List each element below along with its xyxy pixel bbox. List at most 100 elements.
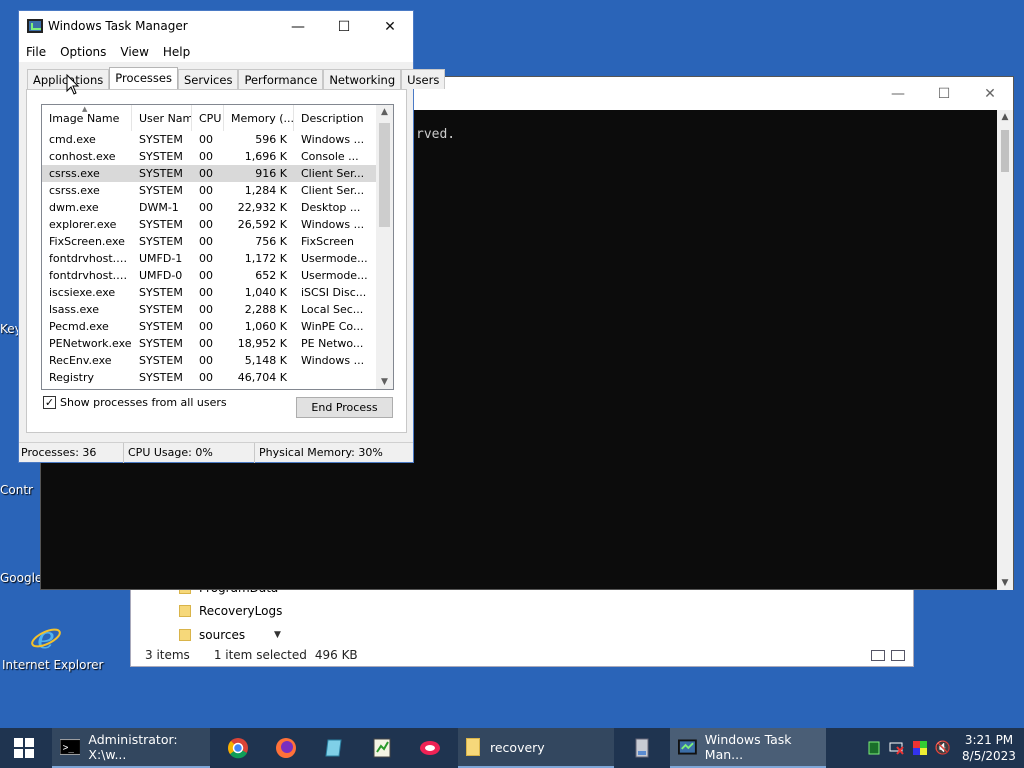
minimize-icon[interactable]: — <box>275 11 321 42</box>
notepad-app-icon[interactable] <box>310 737 358 759</box>
process-user-cell: SYSTEM <box>139 354 183 367</box>
process-mem-cell: 2,288 K <box>244 303 287 316</box>
desktop-icon-label: Google <box>0 571 43 585</box>
process-desc-cell: Usermode... <box>301 252 368 265</box>
tab-services[interactable]: Services <box>177 69 239 89</box>
column-cpu[interactable]: CPU <box>192 105 224 131</box>
desktop-icon-google[interactable]: Google <box>0 571 42 585</box>
process-name-cell: fontdrvhost.exe <box>49 252 132 265</box>
process-mem-cell: 46,704 K <box>237 371 287 384</box>
taskbar-item-console[interactable]: >_ Administrator: X:\w... <box>52 728 210 768</box>
process-row[interactable]: conhost.exe SYSTEM 00 1,696 K Console ... <box>42 148 378 165</box>
tab-users[interactable]: Users <box>401 69 446 89</box>
chrome-icon[interactable] <box>214 737 262 759</box>
taskbar-clock[interactable]: 3:21 PM 8/5/2023 <box>954 732 1024 764</box>
tab-networking[interactable]: Networking <box>323 69 402 89</box>
column-label: CPU <box>199 112 222 125</box>
editor-app-icon[interactable] <box>358 737 406 759</box>
volume-muted-icon[interactable]: 🔇 <box>932 741 954 756</box>
process-mem-cell: 1,284 K <box>244 184 287 197</box>
task-manager-titlebar[interactable]: Windows Task Manager — ☐ ✕ <box>19 11 413 42</box>
chevron-down-icon[interactable]: ▼ <box>274 630 281 640</box>
folder-item[interactable]: RecoveryLogs <box>179 601 282 621</box>
minimize-icon[interactable]: — <box>875 77 921 110</box>
column-user-name[interactable]: User Name <box>132 105 192 131</box>
desktop-icon-control[interactable]: Contr <box>0 483 33 497</box>
maximize-icon[interactable]: ☐ <box>921 77 967 110</box>
display-color-icon[interactable] <box>908 741 932 755</box>
process-list[interactable]: ▲Image Name User Name CPU Memory (... De… <box>41 104 394 390</box>
taskbar: >_ Administrator: X:\w... recovery Windo… <box>0 728 1024 768</box>
task-manager-status-bar: Processes: 36 CPU Usage: 0% Physical Mem… <box>19 442 413 463</box>
folder-item[interactable]: sources <box>179 625 245 645</box>
process-row[interactable]: cmd.exe SYSTEM 00 596 K Windows ... <box>42 131 378 148</box>
menu-file[interactable]: File <box>19 42 53 62</box>
process-row[interactable]: iscsiexe.exe SYSTEM 00 1,040 K iSCSI Disc... <box>42 284 378 301</box>
process-row[interactable]: lsass.exe SYSTEM 00 2,288 K Local Sec... <box>42 301 378 318</box>
process-row[interactable]: Registry SYSTEM 00 46,704 K <box>42 369 378 386</box>
internet-explorer-icon[interactable]: e <box>30 620 62 654</box>
scroll-up-icon[interactable]: ▲ <box>997 112 1013 122</box>
taskbar-item-task-manager[interactable]: Windows Task Man... <box>670 728 826 768</box>
show-all-processes-checkbox[interactable]: ✓ Show processes from all users <box>43 396 227 409</box>
processes-panel: ▲Image Name User Name CPU Memory (... De… <box>26 89 407 433</box>
process-user-cell: SYSTEM <box>139 371 183 384</box>
close-icon[interactable]: ✕ <box>367 11 413 42</box>
column-memory[interactable]: Memory (... <box>224 105 294 131</box>
start-button[interactable] <box>0 728 48 768</box>
details-view-icon[interactable] <box>871 650 885 661</box>
close-icon[interactable]: ✕ <box>967 77 1013 110</box>
scroll-down-icon[interactable]: ▼ <box>997 578 1013 588</box>
maximize-icon[interactable]: ☐ <box>321 11 367 42</box>
column-image-name[interactable]: ▲ Image Name <box>42 105 132 131</box>
explorer-window[interactable]: ProgramData RecoveryLogs sources ▼ 3 ite… <box>130 581 914 667</box>
process-row[interactable]: Pecmd.exe SYSTEM 00 1,060 K WinPE Co... <box>42 318 378 335</box>
process-mem-cell: 1,696 K <box>244 150 287 163</box>
scroll-thumb[interactable] <box>379 123 390 227</box>
large-icons-view-icon[interactable] <box>891 650 905 661</box>
menu-help[interactable]: Help <box>156 42 197 62</box>
process-row[interactable]: fontdrvhost.exe UMFD-0 00 652 K Usermode... <box>42 267 378 284</box>
task-manager-icon <box>678 739 697 755</box>
process-desc-cell: Local Sec... <box>301 303 364 316</box>
console-scrollbar[interactable]: ▲ ▼ <box>997 110 1013 590</box>
checkbox-box[interactable]: ✓ <box>43 396 56 409</box>
folder-icon <box>179 629 191 641</box>
process-row[interactable]: explorer.exe SYSTEM 00 26,592 K Windows ... <box>42 216 378 233</box>
menu-options[interactable]: Options <box>53 42 113 62</box>
desktop-icon-internet-explorer[interactable]: Internet Explorer <box>2 658 103 672</box>
process-mem-cell: 596 K <box>255 133 287 146</box>
process-row[interactable]: csrss.exe SYSTEM 00 1,284 K Client Ser... <box>42 182 378 199</box>
process-desc-cell: Console ... <box>301 150 359 163</box>
tool-app-icon[interactable] <box>406 737 454 759</box>
process-row[interactable]: PENetwork.exe SYSTEM 00 18,952 K PE Netwo... <box>42 335 378 352</box>
process-row[interactable]: fontdrvhost.exe UMFD-1 00 1,172 K Usermode..… <box>42 250 378 267</box>
firefox-icon[interactable] <box>262 737 310 759</box>
tray-app-icon[interactable] <box>864 741 884 755</box>
process-cpu-cell: 00 <box>199 286 213 299</box>
process-name-cell: Registry <box>49 371 95 384</box>
scroll-thumb[interactable] <box>1001 130 1009 172</box>
explorer-status-bar: 3 items 1 item selected 496 KB <box>131 644 913 666</box>
scroll-up-icon[interactable]: ▲ <box>376 107 393 117</box>
process-cpu-cell: 00 <box>199 269 213 282</box>
end-process-button[interactable]: End Process <box>296 397 393 418</box>
drive-icon[interactable] <box>618 737 666 759</box>
tab-processes[interactable]: Processes <box>109 67 178 89</box>
menu-view[interactable]: View <box>113 42 155 62</box>
window-title: Windows Task Manager <box>48 19 188 33</box>
process-row[interactable]: dwm.exe DWM-1 00 22,932 K Desktop ... <box>42 199 378 216</box>
taskbar-item-recovery[interactable]: recovery <box>458 728 614 768</box>
process-row[interactable]: csrss.exe SYSTEM 00 916 K Client Ser... <box>42 165 378 182</box>
task-manager-icon <box>27 19 43 33</box>
status-processes: Processes: 36 <box>19 443 124 463</box>
column-description[interactable]: Description <box>294 105 378 131</box>
process-list-scrollbar[interactable]: ▲ ▼ <box>376 105 393 389</box>
process-row[interactable]: RecEnv.exe SYSTEM 00 5,148 K Windows ... <box>42 352 378 369</box>
tab-performance[interactable]: Performance <box>238 69 324 89</box>
process-row[interactable]: FixScreen.exe SYSTEM 00 756 K FixScreen <box>42 233 378 250</box>
process-user-cell: SYSTEM <box>139 235 183 248</box>
scroll-down-icon[interactable]: ▼ <box>376 377 393 387</box>
process-user-cell: DWM-1 <box>139 201 179 214</box>
network-disconnected-icon[interactable] <box>884 741 908 755</box>
